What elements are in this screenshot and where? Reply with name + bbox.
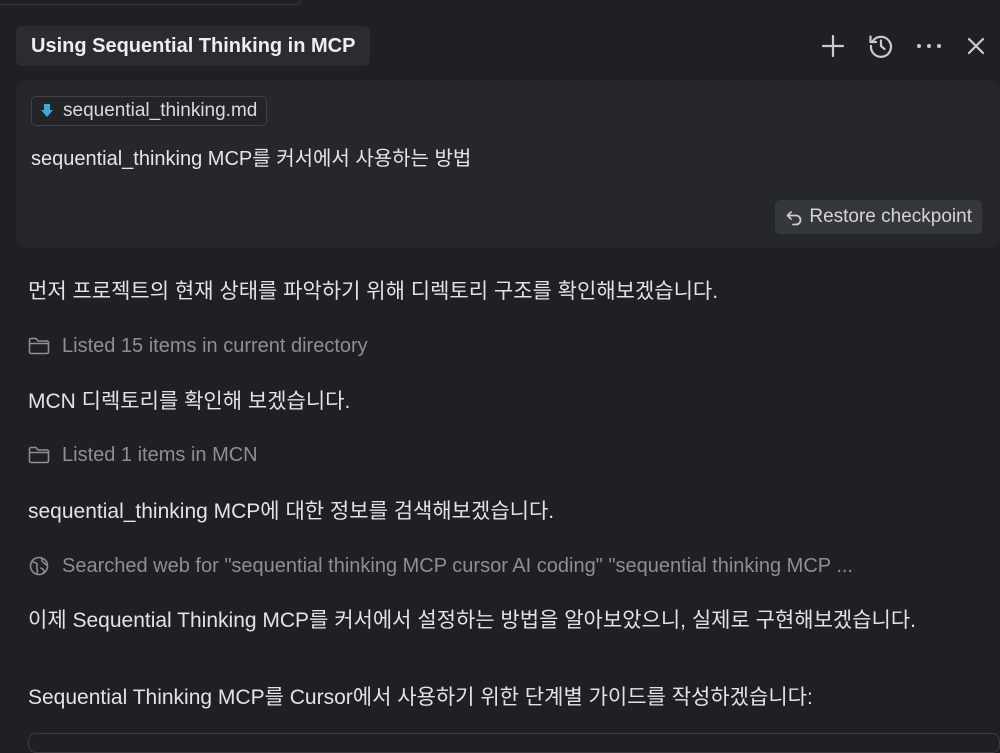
assistant-message-1: 먼저 프로젝트의 현재 상태를 파악하기 위해 디렉토리 구조를 확인해보겠습니… (28, 280, 719, 303)
chat-title: Using Sequential Thinking in MCP (31, 34, 356, 57)
history-icon[interactable] (865, 30, 897, 62)
attached-file-chip[interactable]: sequential_thinking.md (31, 96, 268, 126)
markdown-download-icon (40, 102, 54, 120)
previous-panel-edge (0, 0, 301, 5)
user-message-text: sequential_thinking MCP를 커서에서 사용하는 방법 (31, 148, 472, 170)
attached-file-name: sequential_thinking.md (63, 100, 258, 121)
tool-call-text: Listed 1 items in MCN (62, 443, 258, 466)
chat-title-tab[interactable]: Using Sequential Thinking in MCP (16, 26, 371, 66)
assistant-message-4: 이제 Sequential Thinking MCP를 커서에서 설정하는 방법… (28, 609, 917, 632)
folder-icon (28, 444, 50, 466)
tool-call-list-mcn[interactable]: Listed 1 items in MCN (28, 440, 988, 470)
assistant-message-2: MCN 디렉토리를 확인해 보겠습니다. (28, 390, 351, 413)
globe-icon (28, 555, 50, 577)
folder-icon (28, 335, 50, 357)
tool-call-web-search[interactable]: Searched web for "sequential thinking MC… (28, 551, 988, 581)
chat-header: Using Sequential Thinking in MCP (0, 14, 1000, 76)
code-block-edge (28, 733, 1000, 753)
assistant-message-3: sequential_thinking MCP에 대한 정보를 검색해보겠습니다… (28, 500, 555, 523)
assistant-message-5: Sequential Thinking MCP를 Cursor에서 사용하기 위… (28, 686, 813, 709)
undo-icon (785, 208, 803, 226)
close-icon[interactable] (960, 30, 992, 62)
tool-call-list-dir[interactable]: Listed 15 items in current directory (28, 331, 988, 361)
restore-checkpoint-label: Restore checkpoint (809, 206, 972, 227)
user-message-card: sequential_thinking.md sequential_thinki… (16, 80, 1000, 248)
plus-icon[interactable] (817, 30, 849, 62)
more-icon[interactable] (913, 30, 945, 62)
tool-call-text: Listed 15 items in current directory (62, 334, 368, 357)
restore-checkpoint-button[interactable]: Restore checkpoint (775, 200, 982, 234)
tool-call-text: Searched web for "sequential thinking MC… (62, 554, 853, 577)
